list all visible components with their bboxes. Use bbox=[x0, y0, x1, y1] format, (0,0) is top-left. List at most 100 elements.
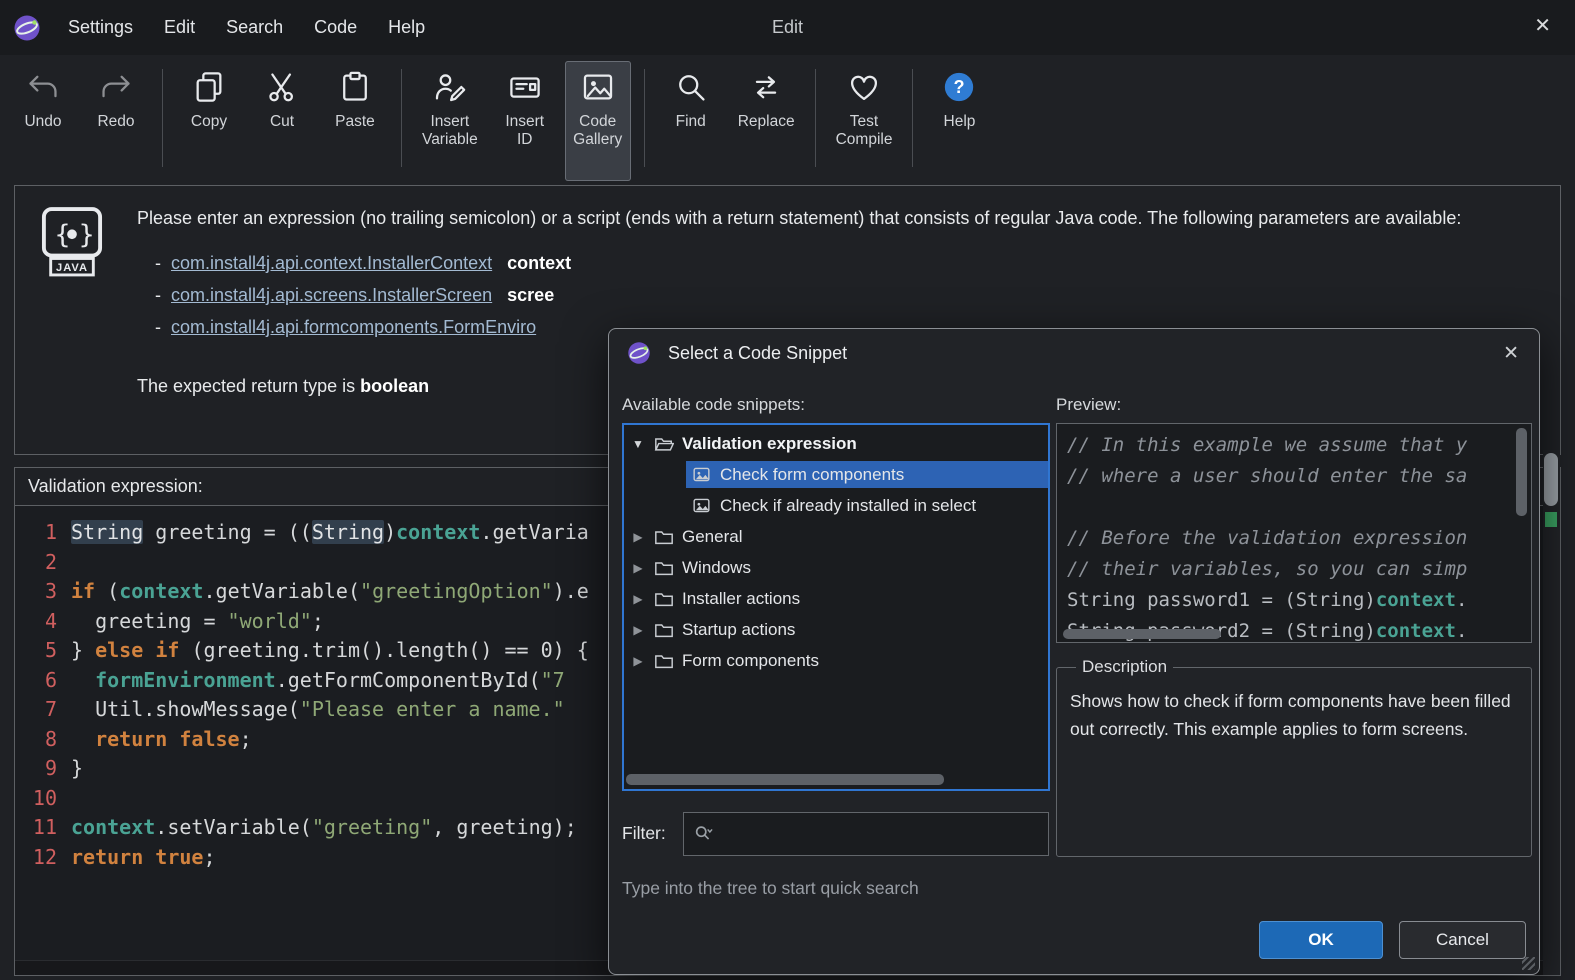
tree-item-label: Form components bbox=[682, 650, 819, 670]
line-number: 12 bbox=[32, 844, 57, 869]
toolbar-button-label: Help bbox=[943, 113, 976, 130]
tree-item-startup-actions[interactable]: ▶ Startup actions bbox=[624, 614, 1048, 645]
redo-icon bbox=[99, 70, 133, 104]
code-line-text: String greeting = ((String)context.getVa… bbox=[71, 520, 589, 544]
menu-edit[interactable]: Edit bbox=[164, 17, 195, 38]
tree-item-check-form-components[interactable]: Check form components bbox=[624, 459, 1048, 490]
expand-arrow-icon[interactable]: ▶ bbox=[630, 592, 646, 606]
tree-item-form-components[interactable]: ▶ Form components bbox=[624, 645, 1048, 676]
tree-horizontal-scrollbar-thumb[interactable] bbox=[626, 774, 944, 785]
expand-arrow-icon[interactable]: ▶ bbox=[630, 654, 646, 668]
toolbar-test-compile-button[interactable]: Test Compile bbox=[829, 61, 900, 181]
toolbar-button-label: Undo bbox=[24, 113, 62, 130]
test-compile-icon bbox=[847, 70, 881, 104]
tree-item-validation-expression[interactable]: ▼ Validation expression bbox=[624, 428, 1048, 459]
code-gallery-icon bbox=[581, 70, 615, 104]
tree-item-windows[interactable]: ▶ Windows bbox=[624, 552, 1048, 583]
api-doc-link[interactable]: com.install4j.api.formcomponents.FormEnv… bbox=[171, 317, 536, 337]
snippet-tree[interactable]: ▼ Validation expression Check form compone… bbox=[622, 423, 1050, 791]
code-line-text: } bbox=[71, 756, 84, 780]
search-icon bbox=[693, 823, 715, 845]
line-number: 8 bbox=[44, 726, 57, 751]
code-line-text: } else if (greeting.trim().length() == 0… bbox=[71, 638, 589, 662]
expand-arrow-icon[interactable]: ▶ bbox=[630, 623, 646, 637]
collapse-arrow-icon[interactable]: ▼ bbox=[630, 437, 646, 451]
tree-item-installer-actions[interactable]: ▶ Installer actions bbox=[624, 583, 1048, 614]
toolbar-code-gallery-button[interactable]: Code Gallery bbox=[564, 61, 631, 181]
code-line-text: return true; bbox=[71, 844, 216, 869]
preview-line: // In this example we assume that y bbox=[1067, 434, 1468, 456]
expand-arrow-icon[interactable]: ▶ bbox=[630, 561, 646, 575]
folder-icon bbox=[654, 620, 674, 640]
menu-help[interactable]: Help bbox=[388, 17, 425, 38]
return-type-value: boolean bbox=[360, 376, 430, 396]
tree-row-content: ▼ Validation expression bbox=[624, 430, 1048, 457]
code-line-text: context.setVariable("greeting", greeting… bbox=[71, 815, 577, 839]
dialog-close-button[interactable]: ✕ bbox=[1503, 342, 1519, 365]
toolbar-copy-button[interactable]: Copy bbox=[176, 61, 242, 181]
menu-code[interactable]: Code bbox=[314, 17, 357, 38]
toolbar-button-label: Paste bbox=[335, 113, 375, 130]
toolbar-button-label: Copy bbox=[190, 113, 228, 130]
toolbar-replace-button[interactable]: Replace bbox=[731, 61, 802, 181]
insert-id-icon bbox=[508, 70, 542, 104]
toolbar-paste-button[interactable]: Paste bbox=[322, 61, 388, 181]
preview-horizontal-scrollbar-thumb[interactable] bbox=[1063, 629, 1221, 639]
tree-item-label: Check form components bbox=[720, 464, 905, 484]
editor-vertical-scrollbar-track[interactable] bbox=[1543, 450, 1560, 975]
tree-item-check-if-already-installed-in-select[interactable]: Check if already installed in select bbox=[624, 490, 1048, 521]
description-text: Shows how to check if form components ha… bbox=[1070, 691, 1511, 739]
toolbar-find-button[interactable]: Find bbox=[658, 61, 724, 181]
line-number: 4 bbox=[44, 608, 57, 633]
titlebar: Settings Edit Search Code Help Edit ✕ bbox=[0, 0, 1575, 55]
toolbar-insert-variable-button[interactable]: Insert Variable bbox=[415, 61, 485, 181]
toolbar-button-label: Insert ID bbox=[505, 113, 545, 148]
paste-icon bbox=[338, 70, 372, 104]
line-number: 2 bbox=[44, 549, 57, 574]
find-icon bbox=[674, 70, 708, 104]
preview-vertical-scrollbar-thumb[interactable] bbox=[1516, 428, 1527, 516]
tree-item-general[interactable]: ▶ General bbox=[624, 521, 1048, 552]
toolbar-undo-button[interactable]: Undo bbox=[10, 61, 76, 181]
filter-text-input[interactable] bbox=[715, 813, 1048, 855]
preview-line: // Before the validation expression bbox=[1067, 527, 1468, 549]
line-number: 10 bbox=[32, 785, 57, 810]
toolbar-button-label: Find bbox=[675, 113, 706, 130]
toolbar-insert-id-button[interactable]: Insert ID bbox=[492, 61, 558, 181]
dialog-resize-grip[interactable] bbox=[1522, 957, 1535, 970]
app-window: Settings Edit Search Code Help Edit ✕ Undo Re… bbox=[0, 0, 1575, 980]
menu-settings[interactable]: Settings bbox=[68, 17, 133, 38]
api-doc-link[interactable]: com.install4j.api.screens.InstallerScree… bbox=[171, 285, 492, 305]
code-snippet-dialog: Select a Code Snippet ✕ Available code s… bbox=[608, 328, 1540, 975]
expand-arrow-icon[interactable]: ▶ bbox=[630, 530, 646, 544]
app-logo-icon bbox=[13, 14, 41, 42]
toolbar-separator bbox=[814, 69, 816, 167]
code-line-text: greeting = "world"; bbox=[71, 608, 324, 633]
api-doc-link[interactable]: com.install4j.api.context.InstallerConte… bbox=[171, 253, 492, 273]
tree-row-content: ▶ Windows bbox=[624, 554, 1048, 581]
window-close-button[interactable]: ✕ bbox=[1534, 13, 1551, 38]
toolbar-cut-button[interactable]: Cut bbox=[249, 61, 315, 181]
tree-row-content: ▶ Installer actions bbox=[624, 585, 1048, 612]
editor-vertical-scrollbar-thumb[interactable] bbox=[1544, 453, 1558, 506]
folder-icon bbox=[654, 558, 674, 578]
scrollbar-marker-green bbox=[1545, 512, 1557, 527]
filter-input[interactable] bbox=[683, 812, 1049, 856]
ok-button[interactable]: OK bbox=[1259, 921, 1383, 959]
menu-search[interactable]: Search bbox=[226, 17, 283, 38]
validation-expression-label: Validation expression: bbox=[28, 476, 203, 496]
toolbar-redo-button[interactable]: Redo bbox=[83, 61, 149, 181]
preview-line: String password1 = (String)context. bbox=[1067, 589, 1468, 611]
toolbar-help-button[interactable]: ? Help bbox=[926, 61, 992, 181]
parameter-item: - com.install4j.api.context.InstallerCont… bbox=[155, 247, 1529, 279]
tree-row-content: ▶ Startup actions bbox=[624, 616, 1048, 643]
code-line-text: if (context.getVariable("greetingOption"… bbox=[71, 579, 589, 603]
code-line-text: Util.showMessage("Please enter a name." bbox=[71, 697, 565, 721]
cancel-button[interactable]: Cancel bbox=[1399, 921, 1526, 959]
line-number: 3 bbox=[44, 579, 57, 603]
tree-row-content: ▶ General bbox=[624, 523, 1048, 550]
folder-icon bbox=[654, 651, 674, 671]
folder-icon bbox=[654, 589, 674, 609]
parameter-name: scree bbox=[507, 285, 555, 305]
